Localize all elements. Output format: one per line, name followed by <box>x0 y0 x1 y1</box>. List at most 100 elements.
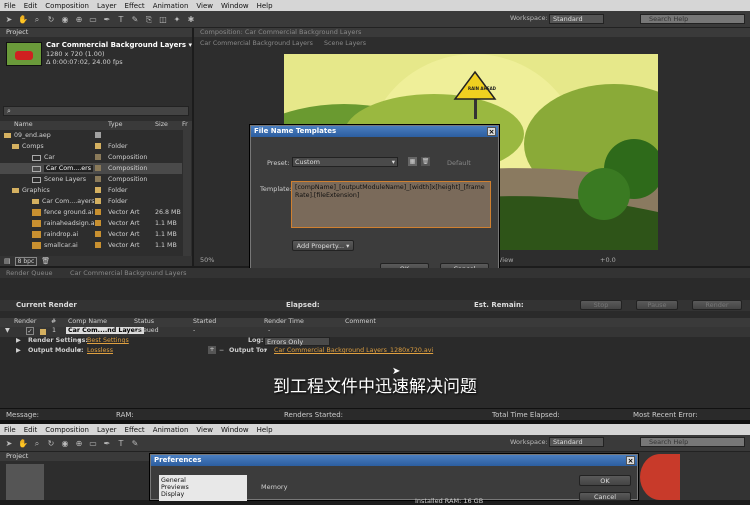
puppet-tool-icon[interactable]: ✱ <box>186 15 196 24</box>
column-render-time[interactable]: Render Time <box>264 318 304 325</box>
list-item[interactable]: Car Com....ers Composition <box>0 163 182 174</box>
menu-effect[interactable]: Effect <box>125 2 145 10</box>
chevron-down-icon[interactable]: ▾ <box>264 347 267 354</box>
view-select[interactable]: View <box>498 256 513 264</box>
column-status[interactable]: Status <box>134 318 154 325</box>
workspace-select[interactable]: Standard <box>549 14 604 24</box>
column-started[interactable]: Started <box>193 318 216 325</box>
zoom-tool-icon[interactable]: ⌕ <box>32 439 42 448</box>
list-item[interactable]: Comps Folder <box>0 141 182 152</box>
stop-button[interactable]: Stop <box>580 300 622 310</box>
selection-tool-icon[interactable]: ➤ <box>4 439 14 448</box>
eraser-tool-icon[interactable]: ◫ <box>158 15 168 24</box>
menu-layer[interactable]: Layer <box>97 2 117 10</box>
column-render[interactable]: Render <box>14 318 36 325</box>
list-item[interactable]: smallcar.ai Vector Art 1.1 MB <box>0 240 182 251</box>
menu-help[interactable]: Help <box>257 426 273 434</box>
rectangle-tool-icon[interactable]: ▭ <box>88 15 98 24</box>
menu-composition[interactable]: Composition <box>45 2 89 10</box>
list-item[interactable]: Scene Layers Composition <box>0 174 182 185</box>
chevron-down-icon[interactable]: ▾ <box>78 347 81 354</box>
menu-file[interactable]: File <box>4 2 16 10</box>
list-item[interactable]: fence ground.ai Vector Art 26.8 MB <box>0 207 182 218</box>
output-module-link[interactable]: Lossless <box>87 347 113 354</box>
search-help-input-second[interactable]: Search Help <box>640 437 745 447</box>
zoom-level[interactable]: 50% <box>200 256 214 264</box>
menu-help[interactable]: Help <box>257 2 273 10</box>
table-row[interactable]: ▼ ✓ 1 Car Com....nd Layers Queued - - <box>0 327 750 337</box>
default-checkbox-label[interactable]: Default <box>447 159 471 167</box>
remove-output-module-icon[interactable]: − <box>219 347 224 354</box>
render-settings-link[interactable]: Best Settings <box>87 337 129 344</box>
delete-preset-icon[interactable]: 🗑 <box>421 157 430 166</box>
tab-composition[interactable]: Composition: Car Commercial Background L… <box>194 28 750 37</box>
category-general[interactable]: General <box>161 477 245 484</box>
tab-timeline[interactable]: Car Commercial Background Layers <box>70 269 187 277</box>
column-comment[interactable]: Comment <box>345 318 376 325</box>
ok-button[interactable]: OK <box>579 475 631 486</box>
comp-subtab-scene[interactable]: Scene Layers <box>324 40 366 47</box>
template-input[interactable]: [compName]_[outputModuleName]_[width]x[h… <box>291 181 491 228</box>
workspace-select-second[interactable]: Standard <box>549 437 604 447</box>
chevron-down-icon[interactable]: ▾ <box>78 337 81 344</box>
clone-tool-icon[interactable]: ⎘ <box>144 15 154 24</box>
rectangle-tool-icon[interactable]: ▭ <box>88 439 98 448</box>
expand-arrow-icon[interactable]: ▶ <box>16 337 21 344</box>
list-item[interactable]: Car Composition <box>0 152 182 163</box>
menu-edit[interactable]: Edit <box>24 2 38 10</box>
hand-tool-icon[interactable]: ✋ <box>18 15 28 24</box>
text-tool-icon[interactable]: T <box>116 439 126 448</box>
render-button[interactable]: Render <box>692 300 742 310</box>
menu-edit[interactable]: Edit <box>24 426 38 434</box>
render-item-comp[interactable]: Car Com....nd Layers <box>66 327 144 334</box>
menu-file[interactable]: File <box>4 426 16 434</box>
menu-view[interactable]: View <box>196 2 213 10</box>
add-property-button[interactable]: Add Property... ▾ <box>292 240 354 251</box>
close-icon[interactable]: × <box>487 127 496 136</box>
menu-animation[interactable]: Animation <box>153 2 189 10</box>
tab-project[interactable]: Project <box>0 452 150 461</box>
menu-window[interactable]: Window <box>221 426 249 434</box>
expand-arrow-icon[interactable]: ▶ <box>16 347 21 354</box>
rotate-tool-icon[interactable]: ↻ <box>46 15 56 24</box>
hand-tool-icon[interactable]: ✋ <box>18 439 28 448</box>
close-icon[interactable]: × <box>626 456 635 465</box>
menu-animation[interactable]: Animation <box>153 426 189 434</box>
text-tool-icon[interactable]: T <box>116 15 126 24</box>
preset-dropdown[interactable]: Custom ▾ <box>292 157 398 167</box>
interpret-footage-icon[interactable]: ▤ <box>4 257 11 265</box>
column-comp-name[interactable]: Comp Name <box>68 318 107 325</box>
pan-behind-tool-icon[interactable]: ⊕ <box>74 439 84 448</box>
roto-tool-icon[interactable]: ✦ <box>172 15 182 24</box>
bpc-button[interactable]: 8 bpc <box>14 256 38 266</box>
column-type[interactable]: Type <box>108 121 122 128</box>
comp-subtab-main[interactable]: Car Commercial Background Layers <box>200 40 313 47</box>
expand-arrow-icon[interactable]: ▼ <box>5 327 10 334</box>
column-name[interactable]: Name <box>14 121 33 128</box>
pause-button[interactable]: Pause <box>636 300 678 310</box>
render-checkbox[interactable]: ✓ <box>26 327 34 335</box>
project-search-input[interactable]: ⌕ <box>3 106 189 116</box>
menu-effect[interactable]: Effect <box>125 426 145 434</box>
list-item[interactable]: 09_end.aep <box>0 130 182 141</box>
trash-icon[interactable]: 🗑 <box>41 257 50 265</box>
pan-behind-tool-icon[interactable]: ⊕ <box>74 15 84 24</box>
pen-tool-icon[interactable]: ✒ <box>102 15 112 24</box>
list-item[interactable]: Car Com....ayers Folder <box>0 196 182 207</box>
output-to-link[interactable]: Car Commercial Background Layers_1280x72… <box>274 347 433 354</box>
selection-tool-icon[interactable]: ➤ <box>4 15 14 24</box>
menu-composition[interactable]: Composition <box>45 426 89 434</box>
pen-tool-icon[interactable]: ✒ <box>102 439 112 448</box>
tab-render-queue[interactable]: Render Queue <box>6 269 53 277</box>
camera-tool-icon[interactable]: ◉ <box>60 439 70 448</box>
add-output-module-icon[interactable]: + <box>208 346 216 354</box>
exposure-offset[interactable]: +0.0 <box>600 256 616 264</box>
list-item[interactable]: raindrop.ai Vector Art 1.1 MB <box>0 229 182 240</box>
column-size[interactable]: Size <box>155 121 168 128</box>
column-fr[interactable]: Fr <box>182 121 188 128</box>
search-help-input[interactable]: Search Help <box>640 14 745 24</box>
save-preset-icon[interactable]: ▦ <box>408 157 417 166</box>
zoom-tool-icon[interactable]: ⌕ <box>32 15 42 24</box>
category-display[interactable]: Display <box>161 491 245 498</box>
category-previews[interactable]: Previews <box>161 484 245 491</box>
